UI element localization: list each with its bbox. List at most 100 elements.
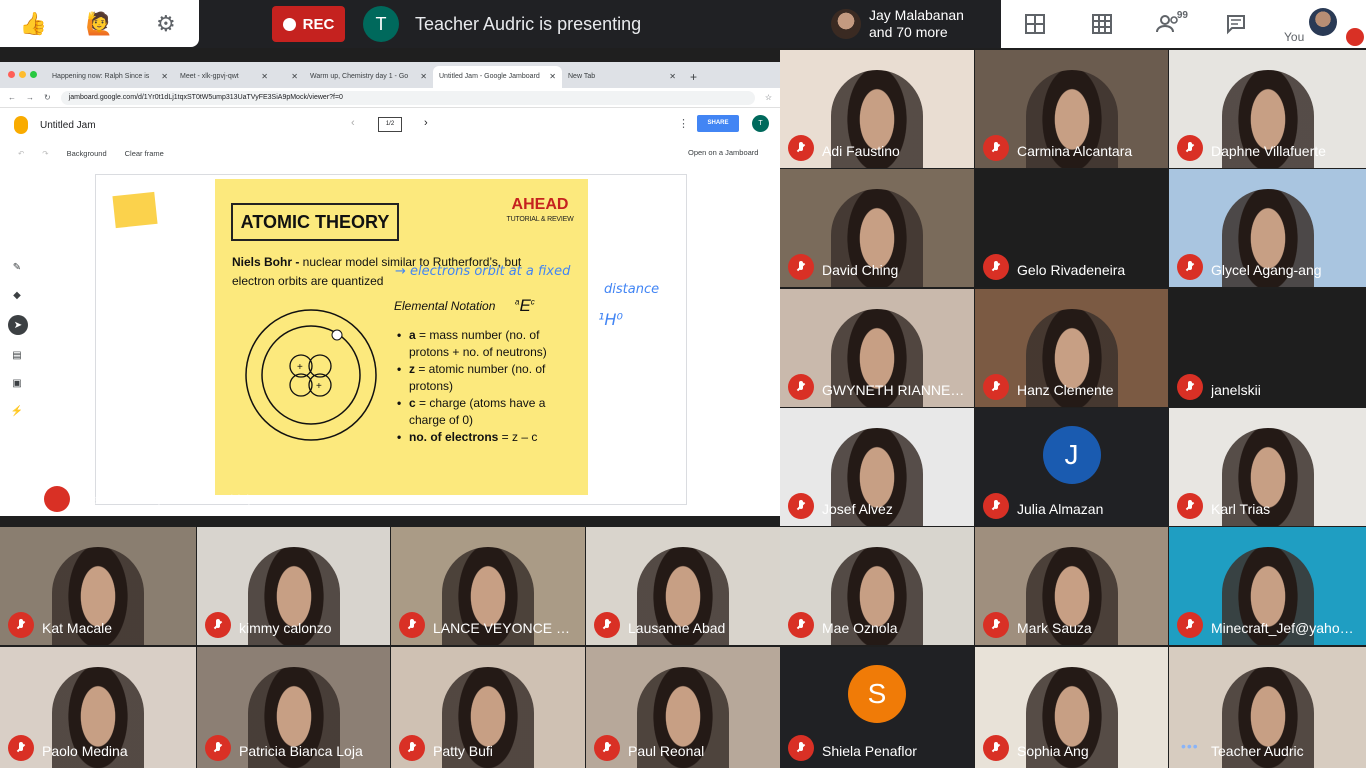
url-input[interactable]: jamboard.google.com/d/1Yr0t1dLj1tqxST0tW… <box>60 90 755 105</box>
mic-off-icon <box>205 735 231 761</box>
participant-tile[interactable]: Mae Oznola <box>780 527 974 645</box>
select-icon[interactable]: ➤ <box>8 315 28 335</box>
reaction-toolbox: 👍 🙋 ⚙ <box>0 0 199 47</box>
participant-name: Mark Sauza <box>1017 620 1092 636</box>
participant-tile[interactable]: S Shiela Penaflor <box>780 647 974 768</box>
gear-icon[interactable]: ⚙ <box>149 7 183 41</box>
tiled-layout-icon[interactable] <box>1001 0 1068 48</box>
open-on-jamboard-button[interactable]: Open on a Jamboard <box>688 148 758 157</box>
participant-tile[interactable]: Carmina Alcantara <box>975 50 1168 168</box>
participant-tile[interactable]: kimmy calonzo <box>197 527 390 645</box>
participant-name: Minecraft_Jef@yahoo.... <box>1211 620 1360 636</box>
participant-name: Teacher Audric <box>1211 743 1304 759</box>
chevron-right-icon[interactable]: › <box>424 117 428 129</box>
participant-tile[interactable]: Minecraft_Jef@yahoo.... <box>1169 527 1366 645</box>
more-options-icon[interactable]: ••• <box>1181 738 1199 754</box>
participant-tile[interactable]: Mark Sauza <box>975 527 1168 645</box>
mic-off-icon <box>1177 612 1203 638</box>
participant-tile[interactable]: Glycel Agang-ang <box>1169 169 1366 287</box>
participant-tile[interactable]: Patricia Bianca Loja <box>197 647 390 768</box>
rec-indicator[interactable]: REC <box>272 6 345 42</box>
participant-name: Shiela Penaflor <box>822 743 917 759</box>
handwriting-annotation: → electrons orbit at a fixed <box>395 264 571 279</box>
forward-icon[interactable]: → <box>26 93 34 102</box>
participant-tile[interactable]: ••• Teacher Audric <box>1169 647 1366 768</box>
participant-name: Paul Reonal <box>628 743 705 759</box>
list-item: a = mass number (no. of protons + no. of… <box>397 327 577 360</box>
more-icon[interactable]: ⋮ <box>678 117 689 130</box>
chevron-left-icon[interactable]: ‹ <box>351 117 355 129</box>
image-icon[interactable]: ▣ <box>8 375 26 391</box>
mic-off-icon <box>1177 374 1203 400</box>
browser-tab-active[interactable]: Untitled Jam - Google Jamboard ✕ <box>433 66 562 88</box>
participant-tile[interactable]: Daphne Villafuerte <box>1169 50 1366 168</box>
participant-tile[interactable]: janelskii <box>1169 289 1366 407</box>
browser-tab[interactable]: Happening now: Ralph Since is ✕ <box>46 66 174 88</box>
participant-tile[interactable]: Kat Macale <box>0 527 196 645</box>
participant-tile[interactable]: Gelo Rivadeneira <box>975 169 1168 287</box>
participant-tile[interactable]: Paolo Medina <box>0 647 196 768</box>
mic-off-icon <box>983 135 1009 161</box>
participant-name: Gelo Rivadeneira <box>1017 262 1126 278</box>
clear-frame-button[interactable]: Clear frame <box>125 149 164 158</box>
new-tab-icon[interactable]: + <box>682 66 705 88</box>
presenter-avatar: T <box>363 6 399 42</box>
back-icon[interactable]: ← <box>8 93 16 102</box>
participant-tile[interactable]: Hanz Clemente <box>975 289 1168 407</box>
browser-tab[interactable]: Meet - xlk-gpvj-qwt ✕ <box>174 66 274 88</box>
mic-off-icon <box>788 254 814 280</box>
svg-text:+: + <box>297 362 303 373</box>
participant-tile[interactable]: Josef Alvez <box>780 408 974 526</box>
chat-icon[interactable] <box>1202 0 1269 48</box>
participant-tile[interactable]: LANCE VEYONCE C. C... <box>391 527 585 645</box>
participant-name: Julia Almazan <box>1017 501 1104 517</box>
browser-tab[interactable]: Warm up, Chemistry day 1 - Go ✕ <box>304 66 433 88</box>
participant-tile[interactable]: David Ching <box>780 169 974 287</box>
participant-tile[interactable]: Karl Trias <box>1169 408 1366 526</box>
frame-indicator[interactable]: 1/2 <box>378 117 402 132</box>
browser-tab[interactable]: New Tab ✕ <box>562 66 682 88</box>
participant-name: Adi Faustino <box>822 143 900 159</box>
list-item: z = atomic number (no. of protons) <box>397 361 577 394</box>
mic-off-icon <box>1346 28 1364 46</box>
grid-icon[interactable] <box>1068 0 1135 48</box>
participant-tile[interactable]: GWYNETH RIANNE RO... <box>780 289 974 407</box>
mic-off-icon <box>594 735 620 761</box>
sticky-note[interactable] <box>112 191 158 229</box>
participant-tile[interactable]: J Julia Almazan <box>975 408 1168 526</box>
mic-off-icon <box>1177 254 1203 280</box>
mic-off-icon <box>788 612 814 638</box>
participant-name: Sophia Ang <box>1017 743 1089 759</box>
participant-name: Karl Trias <box>1211 501 1271 517</box>
pen-icon[interactable]: ✎ <box>8 259 26 275</box>
redo-icon[interactable]: ↷ <box>42 149 48 158</box>
participant-tile[interactable]: Adi Faustino <box>780 50 974 168</box>
undo-icon[interactable]: ↶ <box>18 149 24 158</box>
share-button[interactable]: SHARE <box>697 115 739 132</box>
people-icon[interactable]: 99 <box>1135 0 1202 48</box>
svg-text:+: + <box>316 381 322 392</box>
participant-name: Mae Oznola <box>822 620 898 636</box>
account-avatar[interactable]: T <box>752 115 769 132</box>
jam-title[interactable]: Untitled Jam <box>40 120 96 131</box>
participant-tile[interactable]: Paul Reonal <box>586 647 780 768</box>
reload-icon[interactable]: ↻ <box>44 93 51 102</box>
mic-off-icon <box>44 486 70 512</box>
brand-logo: AHEAD TUTORIAL & REVIEW <box>506 196 574 224</box>
list-item: c = charge (atoms have a charge of 0) <box>397 395 577 428</box>
participant-tile[interactable]: Sophia Ang <box>975 647 1168 768</box>
participant-tile[interactable]: Patty Bufi <box>391 647 585 768</box>
browser-tab[interactable]: ✕ <box>274 66 304 88</box>
participants-summary[interactable]: Jay Malabanan and 70 more <box>831 2 1001 46</box>
participant-tile[interactable]: Lausanne Abad <box>586 527 780 645</box>
mic-off-icon <box>8 735 34 761</box>
sticky-note-icon[interactable]: ▤ <box>8 347 26 363</box>
star-icon[interactable]: ☆ <box>765 93 772 102</box>
mic-off-icon <box>983 735 1009 761</box>
notation-label: Elemental Notation <box>394 299 496 313</box>
thumbs-up-icon[interactable]: 👍 <box>16 7 50 41</box>
background-button[interactable]: Background <box>67 149 107 158</box>
eraser-icon[interactable]: ◆ <box>8 287 26 303</box>
raised-hand-icon[interactable]: 🙋 <box>82 7 116 41</box>
laser-icon[interactable]: ⚡ <box>8 403 26 419</box>
